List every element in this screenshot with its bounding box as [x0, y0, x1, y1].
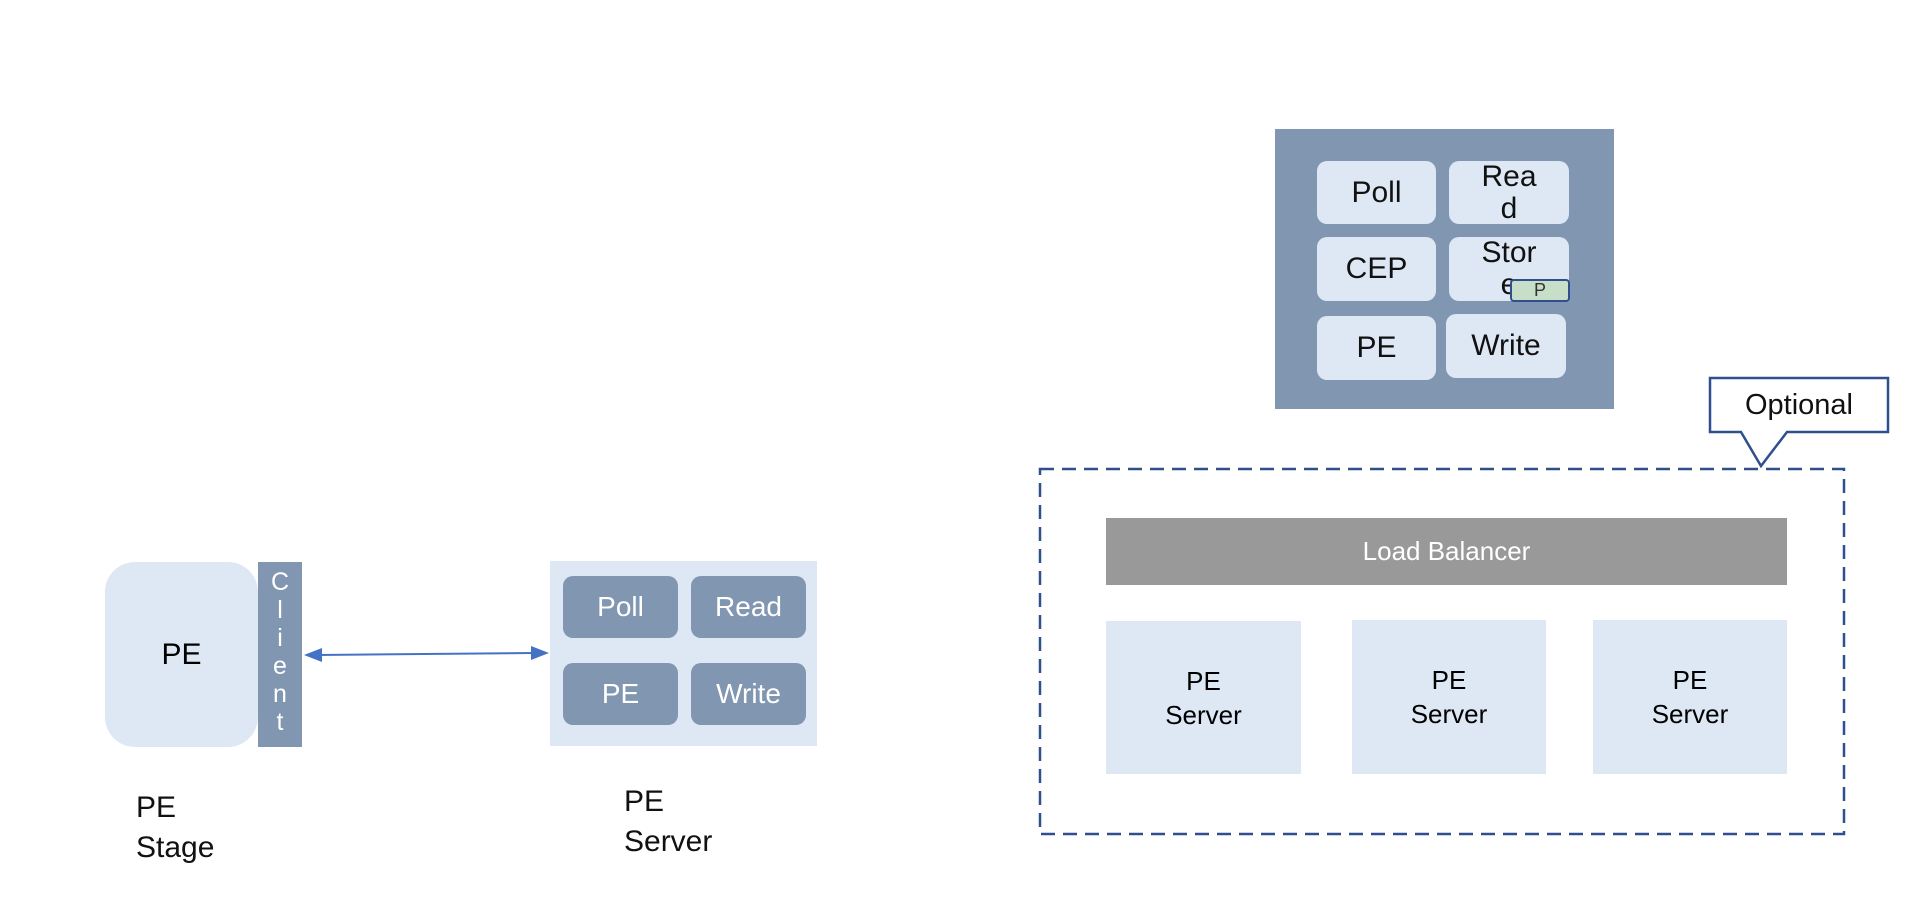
arrow-head-right	[531, 646, 549, 660]
cluster-pe-server-1: PE Server	[1106, 621, 1301, 774]
cluster-pe-server-3: PE Server	[1593, 620, 1787, 774]
cluster-pe-server-2: PE Server	[1352, 620, 1546, 774]
client-letter: C	[270, 568, 290, 596]
pe-server-label: PE Server	[624, 785, 713, 858]
bidirectional-arrow	[317, 652, 535, 656]
server-poll-cell: Poll	[563, 576, 678, 638]
client-letter: i	[277, 624, 283, 652]
server-read-cell: Read	[691, 576, 806, 638]
pe-stage-label: PE Stage	[136, 791, 215, 864]
arrow-head-left	[304, 648, 322, 662]
pe-stage-pe-box: PE	[105, 562, 258, 747]
client-letter: t	[276, 708, 284, 736]
optional-callout-text: Optional	[1744, 388, 1853, 421]
client-letter: l	[277, 596, 283, 624]
client-letter: e	[273, 652, 287, 680]
server-write-cell: Write	[691, 663, 806, 725]
client-letter: n	[273, 680, 287, 708]
server-pe-cell: PE	[563, 663, 678, 725]
load-balancer: Load Balancer	[1106, 518, 1787, 585]
client-bar: C l i e n t	[258, 562, 302, 747]
